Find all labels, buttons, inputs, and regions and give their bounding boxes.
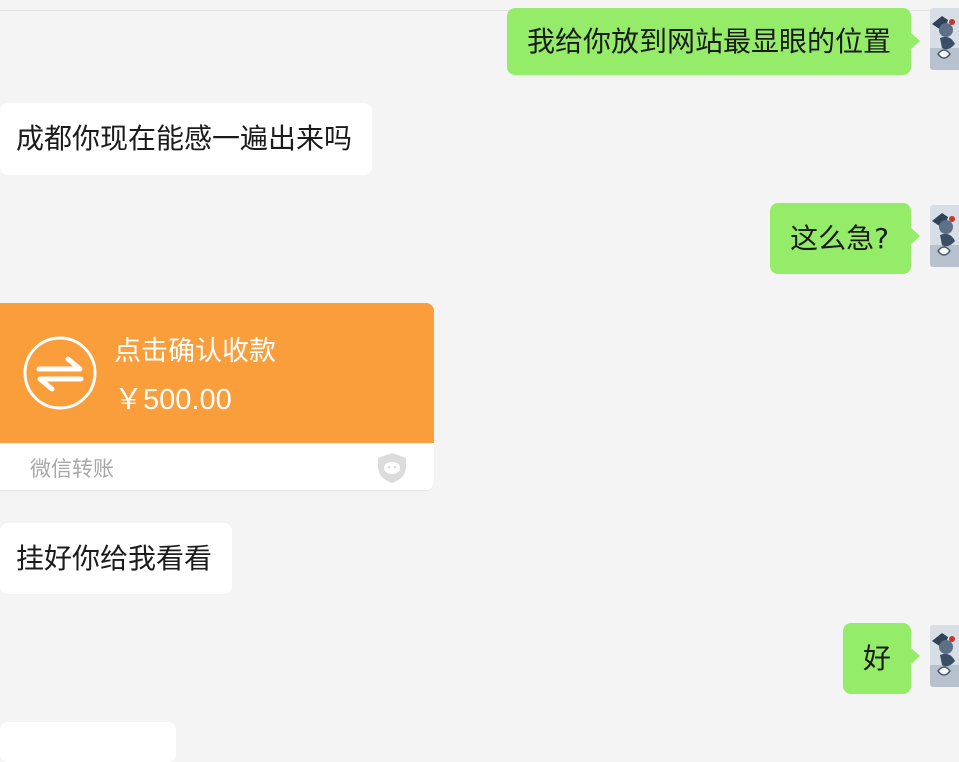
message-text: 挂好你给我看看 — [16, 541, 213, 575]
message-bubble-incoming[interactable]: 挂好你给我看看 — [0, 523, 232, 594]
message-text: 这么急? — [790, 221, 889, 255]
avatar[interactable] — [930, 625, 959, 687]
transfer-card[interactable]: 点击确认收款 ￥500.00 微信转账 — [0, 303, 434, 490]
transfer-label: 微信转账 — [30, 457, 114, 481]
message-text: 成都你现在能感一遍出来吗 — [16, 122, 353, 155]
transfer-amount: ￥500.00 — [114, 384, 232, 416]
avatar[interactable] — [930, 8, 959, 70]
avatar[interactable] — [930, 205, 959, 267]
message-bubble-incoming[interactable]: 成都你现在能感一遍出来吗 — [0, 103, 372, 175]
message-bubble-outgoing[interactable]: 这么急? — [770, 203, 920, 274]
transfer-arrows-icon — [22, 335, 98, 415]
message-text: 我给你放到网站最显眼的位置 — [526, 24, 891, 58]
message-text: 好 — [862, 641, 891, 675]
wechat-shield-icon — [375, 451, 409, 489]
message-bubble-outgoing[interactable]: 好 — [843, 623, 920, 694]
message-bubble-incoming-partial[interactable] — [0, 722, 176, 762]
transfer-card-footer: 微信转账 — [0, 443, 434, 490]
transfer-card-header: 点击确认收款 ￥500.00 — [0, 303, 434, 443]
transfer-title: 点击确认收款 — [114, 336, 276, 367]
message-bubble-outgoing[interactable]: 我给你放到网站最显眼的位置 — [506, 8, 921, 75]
